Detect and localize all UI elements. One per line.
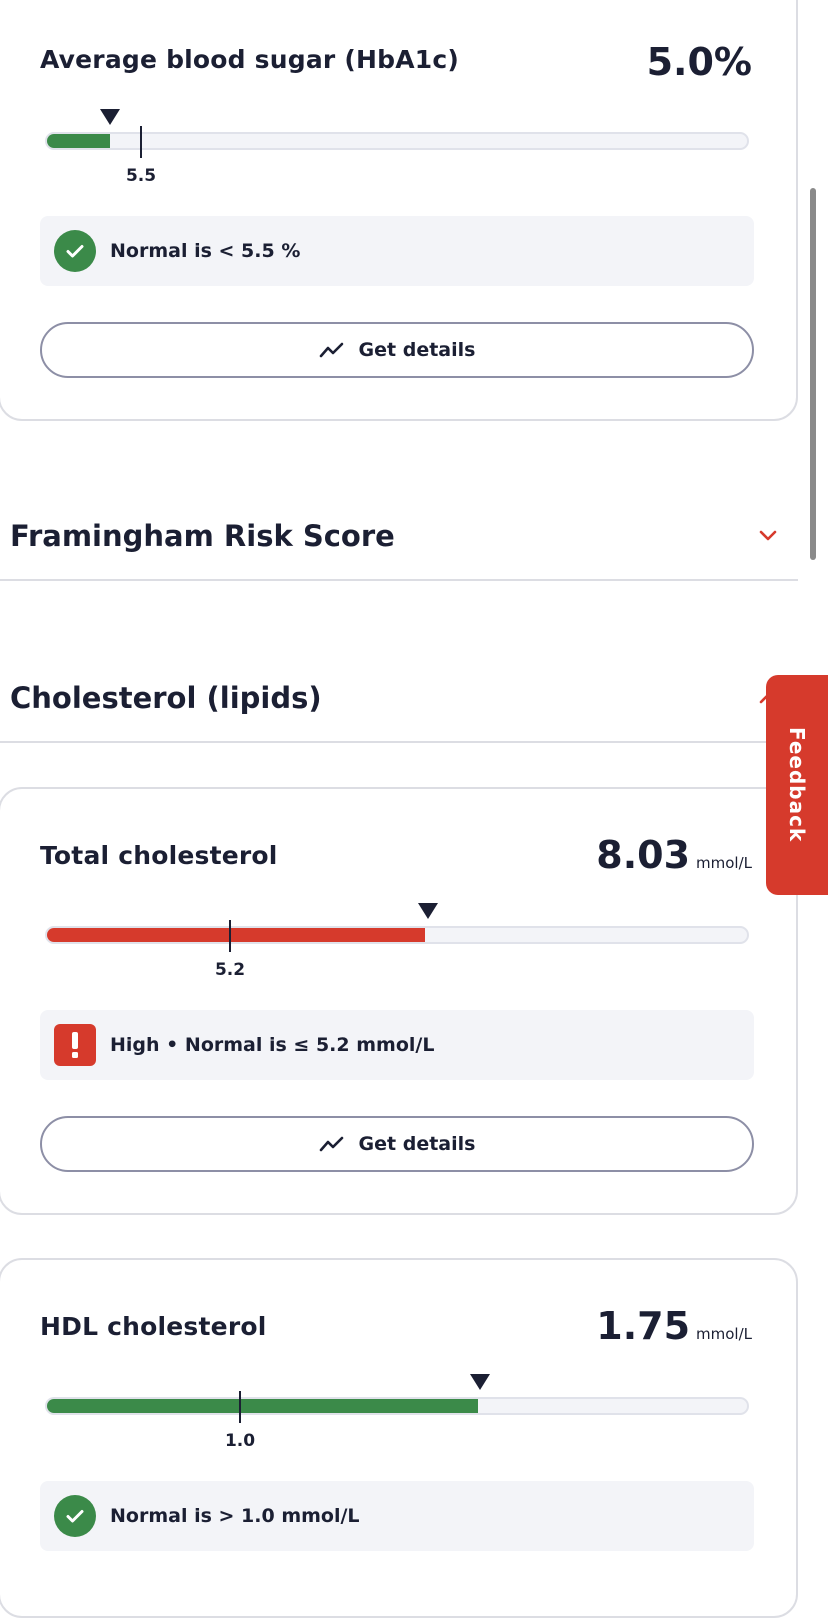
- cholesterol-section-header[interactable]: Cholesterol (lipids): [0, 663, 798, 743]
- check-icon: [54, 230, 96, 272]
- status-box: Normal is > 1.0 mmol/L: [40, 1481, 754, 1551]
- section-title: Cholesterol (lipids): [10, 681, 322, 715]
- range-bar: [45, 926, 749, 944]
- metric-title: Average blood sugar (HbA1c): [40, 45, 459, 74]
- feedback-tab[interactable]: Feedback: [766, 675, 828, 895]
- metric-value-number: 5.0%: [646, 40, 752, 84]
- trend-icon: [319, 342, 343, 358]
- metric-unit: mmol/L: [696, 854, 752, 872]
- get-details-button[interactable]: Get details: [40, 322, 754, 378]
- reference-tick: [140, 126, 142, 158]
- value-pointer-icon: [470, 1374, 490, 1390]
- range-bar-fill: [47, 134, 110, 148]
- get-details-label: Get details: [358, 339, 476, 361]
- metric-value: 5.0%: [647, 40, 752, 84]
- status-box: Normal is < 5.5 %: [40, 216, 754, 286]
- scrollbar[interactable]: [810, 188, 816, 560]
- range-bar-fill: [47, 928, 425, 942]
- hba1c-card: Average blood sugar (HbA1c) 5.0% 5.5 Nor…: [0, 0, 798, 421]
- reference-label: 1.0: [224, 1431, 256, 1451]
- status-box: High • Normal is ≤ 5.2 mmol/L: [40, 1010, 754, 1080]
- metric-value-number: 8.03: [596, 833, 691, 877]
- reference-tick: [229, 920, 231, 952]
- metric-title: Total cholesterol: [40, 841, 278, 870]
- alert-icon: [54, 1024, 96, 1066]
- metric-title: HDL cholesterol: [40, 1312, 267, 1341]
- reference-label: 5.2: [214, 960, 246, 980]
- metric-value-number: 1.75: [596, 1304, 691, 1348]
- range-bar-fill: [47, 1399, 478, 1413]
- framingham-section-header[interactable]: Framingham Risk Score: [0, 501, 798, 581]
- metric-value: 8.03 mmol/L: [596, 833, 752, 877]
- metric-value: 1.75 mmol/L: [596, 1304, 752, 1348]
- range-bar: [45, 132, 749, 150]
- status-text: High • Normal is ≤ 5.2 mmol/L: [110, 1034, 435, 1056]
- metric-unit: mmol/L: [696, 1325, 752, 1343]
- range-bar: [45, 1397, 749, 1415]
- check-icon: [54, 1495, 96, 1537]
- total-cholesterol-card: Total cholesterol 8.03 mmol/L 5.2 High •…: [0, 787, 798, 1215]
- reference-label: 5.5: [125, 166, 157, 186]
- status-text: Normal is < 5.5 %: [110, 240, 301, 262]
- get-details-label: Get details: [358, 1133, 476, 1155]
- trend-icon: [319, 1136, 343, 1152]
- section-title: Framingham Risk Score: [10, 519, 395, 553]
- value-pointer-icon: [418, 903, 438, 919]
- feedback-label: Feedback: [785, 727, 809, 843]
- get-details-button[interactable]: Get details: [40, 1116, 754, 1172]
- chevron-down-icon: [759, 530, 777, 541]
- status-text: Normal is > 1.0 mmol/L: [110, 1505, 360, 1527]
- value-pointer-icon: [100, 109, 120, 125]
- hdl-cholesterol-card: HDL cholesterol 1.75 mmol/L 1.0 Normal i…: [0, 1258, 798, 1618]
- reference-tick: [239, 1391, 241, 1423]
